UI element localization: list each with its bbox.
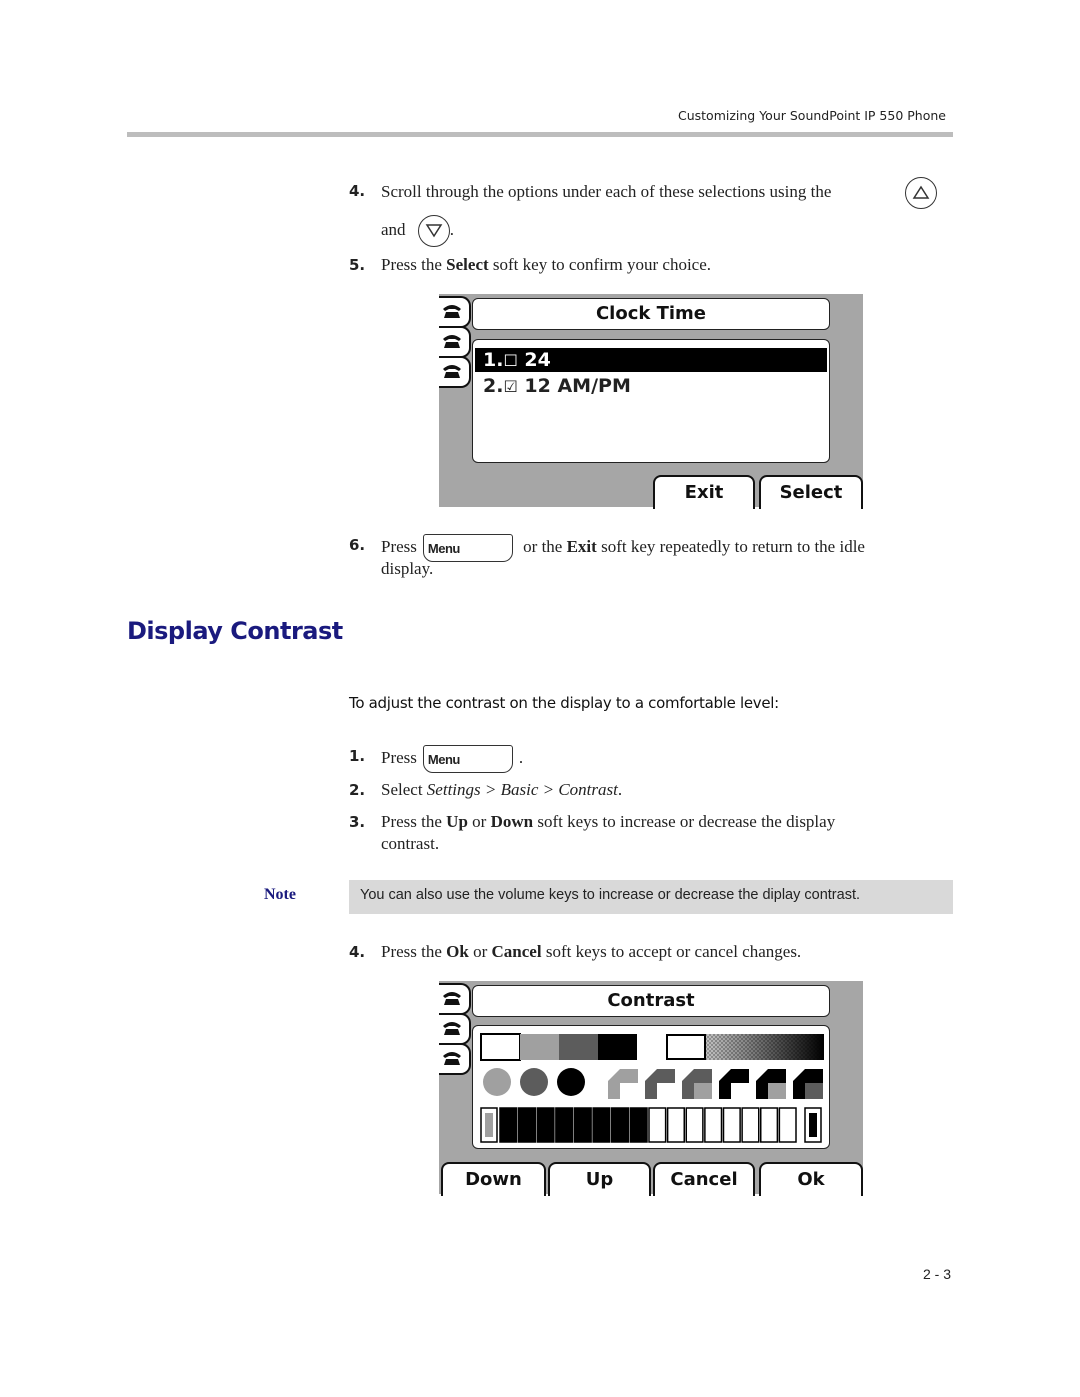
gray-circle — [557, 1068, 585, 1096]
bar-segment-empty — [760, 1107, 779, 1143]
corner-inset — [768, 1083, 786, 1099]
phone-screen-clock-time: Clock Time 1.☐ 24 2.☑ 12 AM/PM Exit Sele… — [439, 294, 863, 509]
bar-segment-empty — [778, 1107, 797, 1143]
section-title: Display Contrast — [127, 617, 343, 645]
bar-segment-filled — [592, 1107, 611, 1143]
bar-segment-filled — [573, 1107, 592, 1143]
gray-swatch — [559, 1034, 598, 1060]
bar-segment-filled — [555, 1107, 574, 1143]
note-label: Note — [264, 886, 296, 903]
bar-segment-empty — [666, 1107, 685, 1143]
menu-path: Settings > Basic > Contrast — [426, 780, 618, 799]
step-text: and — [381, 219, 406, 239]
header-rule — [127, 132, 953, 137]
bar-segment-filled — [517, 1107, 536, 1143]
cancel-softkey[interactable]: Cancel — [653, 1162, 755, 1196]
corner-inset — [620, 1083, 638, 1099]
note-box: You can also use the volume keys to incr… — [349, 880, 953, 914]
gray-swatch — [520, 1034, 559, 1060]
line-key-tab[interactable] — [439, 983, 471, 1015]
line-key-tab[interactable] — [439, 1043, 471, 1075]
corner-inset — [805, 1083, 823, 1099]
step-number: 4. — [349, 182, 366, 200]
bar-max-indicator — [809, 1113, 817, 1137]
option-list: 1.☐ 24 2.☑ 12 AM/PM — [472, 339, 830, 463]
gray-circle — [520, 1068, 548, 1096]
bar-min-indicator — [485, 1113, 493, 1137]
corner-inset — [657, 1083, 675, 1099]
bar-segment-empty — [741, 1107, 760, 1143]
ok-softkey[interactable]: Ok — [759, 1162, 863, 1196]
menu-key-icon: Menu — [422, 745, 513, 773]
line-key-tab[interactable] — [439, 356, 471, 388]
contrast-pattern-graphic — [480, 1033, 824, 1143]
bar-segment-filled — [536, 1107, 555, 1143]
bar-segment-filled — [499, 1107, 518, 1143]
list-item-24[interactable]: 1.☐ 24 — [475, 348, 827, 372]
corner-inset — [694, 1083, 712, 1099]
page-number: 2 - 3 — [923, 1266, 952, 1282]
screen-title: Contrast — [472, 985, 830, 1017]
bar-segment-filled — [611, 1107, 630, 1143]
bar-segment-filled — [629, 1107, 648, 1143]
dither-gradient — [666, 1034, 824, 1060]
phone-screen-contrast: Contrast Down Up Cancel Ok — [439, 981, 863, 1196]
line-key-tab[interactable] — [439, 1013, 471, 1045]
note-text: You can also use the volume keys to incr… — [360, 887, 861, 903]
down-arrow-key-icon — [417, 215, 450, 247]
bar-segment-empty — [685, 1107, 704, 1143]
up-arrow-key-icon — [905, 177, 937, 209]
up-softkey[interactable]: Up — [548, 1162, 651, 1196]
gray-circle — [483, 1068, 511, 1096]
down-softkey[interactable]: Down — [441, 1162, 546, 1196]
gray-swatch — [480, 1033, 521, 1061]
bar-segment-empty — [722, 1107, 741, 1143]
screen-title: Clock Time — [472, 298, 830, 330]
exit-softkey[interactable]: Exit — [653, 475, 755, 509]
bar-segment-empty — [648, 1107, 667, 1143]
step-text: Scroll through the options under each of… — [381, 182, 832, 201]
procedure-heading: To adjust the contrast on the display to… — [349, 694, 779, 712]
running-header: Customizing Your SoundPoint IP 550 Phone — [677, 108, 946, 123]
gray-swatch — [598, 1034, 637, 1060]
bar-segment-empty — [704, 1107, 723, 1143]
contrast-test-pattern — [472, 1025, 830, 1149]
corner-inset — [731, 1083, 749, 1099]
select-softkey[interactable]: Select — [759, 475, 863, 509]
list-item-12ampm[interactable]: 2.☑ 12 AM/PM — [475, 374, 827, 398]
line-key-tab[interactable] — [439, 326, 471, 358]
line-key-tab[interactable] — [439, 296, 471, 328]
